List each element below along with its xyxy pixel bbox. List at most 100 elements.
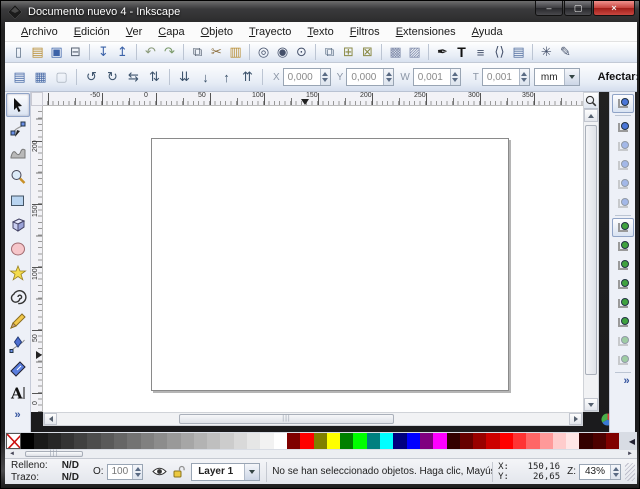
zoom-selection-button[interactable]: ◎ (254, 43, 273, 61)
unit-dropdown-arrow[interactable] (564, 69, 579, 85)
deselect-button[interactable]: ▢ (51, 67, 72, 88)
create-clone-button[interactable]: ⊞ (339, 43, 358, 61)
x-field-spinner[interactable] (320, 69, 330, 85)
toolbox-overflow-chevron[interactable]: » (14, 409, 20, 421)
redo-button[interactable]: ↷ (160, 43, 179, 61)
swatch[interactable] (540, 433, 553, 449)
tool-3dbox[interactable] (6, 213, 30, 237)
opacity-field[interactable]: 100 (107, 464, 144, 480)
swatch[interactable] (500, 433, 513, 449)
swatch[interactable] (194, 433, 207, 449)
snap-path-intersections-toggle[interactable] (612, 256, 634, 275)
swatch[interactable] (579, 433, 592, 449)
swatch[interactable] (87, 433, 100, 449)
export-button[interactable]: ↥ (113, 43, 132, 61)
swatch[interactable] (220, 433, 233, 449)
width-field[interactable]: 0,001 (413, 68, 461, 86)
xml-editor-button[interactable]: ⟨⟩ (490, 43, 509, 61)
snap-bbox-edge-midpoints-toggle[interactable] (612, 175, 634, 194)
palette-scroll-right-arrow[interactable]: ► (623, 451, 637, 457)
palette-scroll-left-arrow[interactable]: ◄ (5, 451, 19, 457)
rotate-ccw-button[interactable]: ↺ (81, 67, 102, 88)
swatch[interactable] (154, 433, 167, 449)
swatch[interactable] (101, 433, 114, 449)
flip-vertical-button[interactable]: ⇅ (144, 67, 165, 88)
swatch[interactable] (593, 433, 606, 449)
open-document-button[interactable]: ▤ (28, 43, 47, 61)
menu-filtros[interactable]: Filtros (342, 24, 388, 40)
tool-node-editor[interactable] (6, 117, 30, 141)
horizontal-scrollbar[interactable]: ||| (43, 412, 583, 426)
tool-pencil[interactable] (6, 309, 30, 333)
swatch[interactable] (486, 433, 499, 449)
tool-tweak[interactable] (6, 141, 30, 165)
swatch[interactable] (553, 433, 566, 449)
select-all-button[interactable]: ▤ (9, 67, 30, 88)
zoom-field[interactable]: 43% (579, 464, 621, 480)
document-page[interactable] (151, 138, 509, 391)
swatch[interactable] (473, 433, 486, 449)
menu-capa[interactable]: Capa (150, 24, 192, 40)
snap-rotation-centers-toggle[interactable] (612, 351, 634, 370)
swatch[interactable] (353, 433, 366, 449)
swatch[interactable] (234, 433, 247, 449)
document-properties-button[interactable]: ✎ (556, 43, 575, 61)
snap-cusp-nodes-toggle[interactable] (612, 275, 634, 294)
menu-archivo[interactable]: Archivo (13, 24, 66, 40)
swatch[interactable] (260, 433, 273, 449)
select-all-layers-button[interactable]: ▦ (30, 67, 51, 88)
tool-calligraphy[interactable] (6, 357, 30, 381)
no-color-swatch[interactable] (6, 433, 21, 449)
import-button[interactable]: ↧ (94, 43, 113, 61)
swatch[interactable] (314, 433, 327, 449)
menu-objeto[interactable]: Objeto (193, 24, 241, 40)
snap-bounding-box-toggle[interactable] (612, 118, 634, 137)
group-objects-button[interactable]: ▩ (386, 43, 405, 61)
fill-stroke-indicator[interactable]: Relleno: N/D Trazo: N/D (5, 460, 87, 484)
snap-paths-toggle[interactable] (612, 237, 634, 256)
snap-bbox-corners-toggle[interactable] (612, 156, 634, 175)
menu-ayuda[interactable]: Ayuda (464, 24, 511, 40)
swatch[interactable] (48, 433, 61, 449)
paste-button[interactable]: ▥ (226, 43, 245, 61)
fill-stroke-dialog-button[interactable]: ✒ (433, 43, 452, 61)
y-field-spinner[interactable] (383, 69, 393, 85)
swatch[interactable] (247, 433, 260, 449)
swatch[interactable] (274, 433, 287, 449)
menu-ver[interactable]: Ver (118, 24, 151, 40)
swatch[interactable] (606, 433, 619, 449)
palette-scrollbar-thumb[interactable]: ||| (25, 451, 83, 457)
copy-button[interactable]: ⧉ (188, 43, 207, 61)
swatch[interactable] (207, 433, 220, 449)
swatch[interactable] (513, 433, 526, 449)
layers-dialog-button[interactable]: ≡ (471, 43, 490, 61)
snapbar-overflow-chevron[interactable]: » (623, 375, 629, 387)
layer-lock-toggle[interactable] (173, 465, 185, 478)
tool-spiral[interactable] (6, 285, 30, 309)
tool-text[interactable]: A (6, 381, 30, 405)
x-field[interactable]: 0,000 (283, 68, 331, 86)
palette-right-arrow[interactable]: ◀ (627, 437, 637, 446)
horizontal-ruler[interactable]: -50050100150200250300350 (43, 92, 583, 106)
menu-trayecto[interactable]: Trayecto (241, 24, 299, 40)
vertical-scrollbar-thumb[interactable] (585, 125, 597, 375)
tool-zoom[interactable] (6, 165, 30, 189)
vertical-scrollbar[interactable] (583, 92, 599, 412)
new-document-button[interactable]: ▯ (9, 43, 28, 61)
swatch[interactable] (420, 433, 433, 449)
ungroup-objects-button[interactable]: ▨ (405, 43, 424, 61)
y-field[interactable]: 0,000 (346, 68, 394, 86)
swatch[interactable] (127, 433, 140, 449)
height-field[interactable]: 0,001 (482, 68, 530, 86)
snap-midpoints-toggle[interactable] (612, 313, 634, 332)
swatch[interactable] (61, 433, 74, 449)
lower-to-bottom-button[interactable]: ⇊ (174, 67, 195, 88)
snap-enable-toggle[interactable] (612, 94, 634, 113)
window-resize-grip[interactable] (625, 463, 635, 481)
tool-rectangle[interactable] (6, 189, 30, 213)
scroll-up-arrow[interactable] (584, 109, 598, 122)
swatch[interactable] (287, 433, 300, 449)
swatch[interactable] (447, 433, 460, 449)
layer-dropdown-arrow[interactable] (244, 464, 259, 480)
height-field-spinner[interactable] (519, 69, 529, 85)
